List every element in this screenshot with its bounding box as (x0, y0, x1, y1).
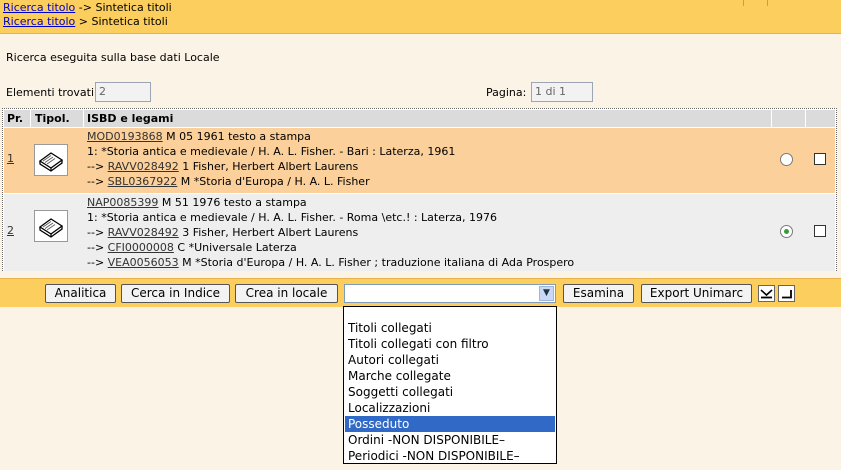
book-type-icon (34, 144, 68, 176)
record-id-line: MOD0193868 M 05 1961 testo a stampa (87, 129, 455, 144)
page-label: Pagina: (486, 86, 527, 99)
link-line: --> RAVV028492 1 Fisher, Herbert Albert … (87, 159, 455, 174)
linked-record-link[interactable]: SBL0367922 (108, 175, 178, 188)
breadcrumb-separator: > (75, 15, 92, 28)
table-header: Pr. Tipol. ISBD e legami (4, 110, 835, 127)
linked-record-text: 1 Fisher, Herbert Albert Laurens (178, 160, 359, 173)
linked-record-link[interactable]: RAVV028492 (108, 226, 179, 239)
link-line: --> SBL0367922 M *Storia d'Europa / H. A… (87, 174, 455, 189)
found-label: Elementi trovati: (6, 86, 98, 99)
dropdown-option[interactable]: Autori collegati (345, 352, 555, 368)
dropdown-option-selected[interactable]: Posseduto (345, 416, 555, 432)
cerca-in-indice-button[interactable]: Cerca in Indice (121, 284, 230, 303)
isbd-description: MOD0193868 M 05 1961 testo a stampa 1: *… (87, 129, 455, 189)
breadcrumb-current: Sintetica titoli (95, 1, 172, 14)
chevron-down-icon[interactable]: ▼ (539, 286, 554, 301)
link-line: --> CFI0000008 C *Universale Laterza (87, 240, 574, 255)
row-checkbox[interactable] (814, 153, 826, 165)
link-arrow: --> (87, 160, 108, 173)
link-arrow: --> (87, 241, 108, 254)
row-checkbox[interactable] (814, 225, 826, 237)
found-count-field: 2 (95, 82, 151, 102)
row-number-link[interactable]: 1 (7, 152, 14, 165)
record-id-link[interactable]: NAP0085399 (87, 196, 158, 209)
breadcrumb-link-ricerca-titolo[interactable]: Ricerca titolo (3, 1, 75, 14)
action-dropdown-list: Titoli collegati Titoli collegati con fi… (343, 306, 557, 464)
linked-record-link[interactable]: CFI0000008 (108, 241, 174, 254)
breadcrumb-separator: -> (75, 1, 96, 14)
header-isbd: ISBD e legami (87, 112, 174, 125)
link-arrow: --> (87, 256, 108, 269)
isbd-description: NAP0085399 M 51 1976 testo a stampa 1: *… (87, 195, 574, 270)
row-select-radio[interactable] (780, 225, 793, 238)
dropdown-option[interactable]: Marche collegate (345, 368, 555, 384)
breadcrumb: Ricerca titolo > Sintetica titoli (3, 15, 168, 29)
action-select[interactable]: ▼ (344, 284, 556, 303)
esamina-button[interactable]: Esamina (563, 284, 634, 303)
dropdown-option[interactable]: Ordini -NON DISPONIBILE– (345, 432, 555, 448)
linked-record-text: M *Storia d'Europa / H. A. L. Fisher ; t… (178, 256, 575, 269)
scroll-to-bottom-icon[interactable] (758, 285, 775, 302)
header-pr: Pr. (7, 112, 24, 125)
export-unimarc-button[interactable]: Export Unimarc (641, 284, 752, 303)
divider (743, 0, 744, 6)
table-row: 2 NAP0085399 M 51 1976 testo a stampa 1:… (4, 194, 835, 271)
record-title-line: 1: *Storia antica e medievale / H. A. L.… (87, 145, 456, 158)
record-title-line: 1: *Storia antica e medievale / H. A. L.… (87, 211, 498, 224)
book-type-icon (34, 210, 68, 242)
dropdown-option[interactable]: Periodici -NON DISPONIBILE– (345, 448, 555, 464)
action-toolbar: Analitica Cerca in Indice Crea in locale… (0, 278, 841, 307)
dropdown-option[interactable]: Titoli collegati con filtro (345, 336, 555, 352)
page-field: 1 di 1 (531, 82, 593, 102)
breadcrumb-link-ricerca-titolo[interactable]: Ricerca titolo (3, 15, 75, 28)
linked-record-text: 3 Fisher, Herbert Albert Laurens (178, 226, 359, 239)
linked-record-link[interactable]: RAVV028492 (108, 160, 179, 173)
analitica-button[interactable]: Analitica (45, 284, 116, 303)
record-id-line: NAP0085399 M 51 1976 testo a stampa (87, 195, 574, 210)
scroll-to-end-icon[interactable] (778, 285, 795, 302)
link-arrow: --> (87, 226, 108, 239)
breadcrumb: Ricerca titolo -> Sintetica titoli (3, 1, 172, 15)
link-arrow: --> (87, 175, 108, 188)
dropdown-option[interactable]: Soggetti collegati (345, 384, 555, 400)
divider (767, 0, 768, 6)
results-table: Pr. Tipol. ISBD e legami 1 MOD0193868 M … (2, 108, 837, 271)
record-type-text: M 51 1976 testo a stampa (158, 196, 307, 209)
record-id-link[interactable]: MOD0193868 (87, 130, 163, 143)
dropdown-option[interactable]: Localizzazioni (345, 400, 555, 416)
link-line: --> RAVV028492 3 Fisher, Herbert Albert … (87, 225, 574, 240)
header-tipol: Tipol. (35, 112, 70, 125)
search-info-text: Ricerca eseguita sulla base dati Locale (6, 51, 220, 64)
link-line: --> VEA0056053 M *Storia d'Europa / H. A… (87, 255, 574, 270)
table-row: 1 MOD0193868 M 05 1961 testo a stampa 1:… (4, 128, 835, 193)
crea-in-locale-button[interactable]: Crea in locale (235, 284, 338, 303)
linked-record-link[interactable]: VEA0056053 (108, 256, 179, 269)
row-select-radio[interactable] (780, 153, 793, 166)
row-number-link[interactable]: 2 (7, 224, 14, 237)
breadcrumb-bar: Ricerca titolo -> Sintetica titoli Ricer… (0, 0, 841, 34)
breadcrumb-current: Sintetica titoli (91, 15, 168, 28)
dropdown-option[interactable]: Titoli collegati (345, 320, 555, 336)
linked-record-text: C *Universale Laterza (173, 241, 297, 254)
linked-record-text: M *Storia d'Europa / H. A. L. Fisher (177, 175, 370, 188)
record-type-text: M 05 1961 testo a stampa (162, 130, 311, 143)
